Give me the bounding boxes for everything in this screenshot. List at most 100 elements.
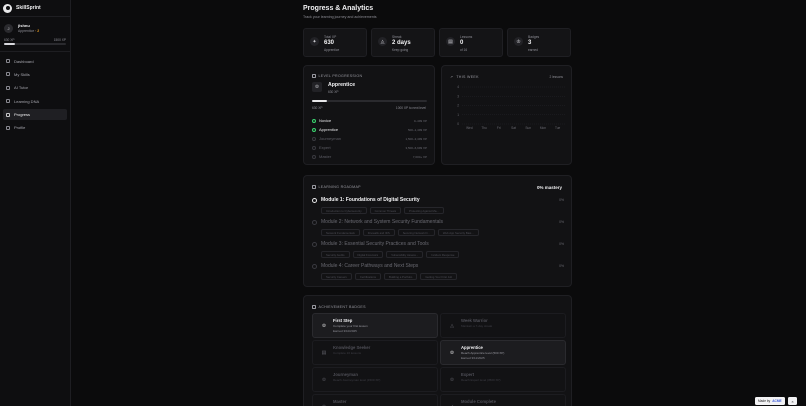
level-name-text: Expert xyxy=(319,145,331,150)
level-name: Expert xyxy=(312,145,331,150)
circle-icon xyxy=(312,219,317,225)
user-summary: J jlshnu Apprentice · 2 630 XP 1500 XP xyxy=(0,17,70,51)
xp-progress-bar xyxy=(4,43,66,45)
roadmap-module[interactable]: Module 3: Essential Security Practices a… xyxy=(312,241,564,258)
lesson-chip[interactable]: Certifications xyxy=(354,273,381,280)
map-icon xyxy=(312,185,316,189)
mastery-label: 0% mastery xyxy=(536,185,562,190)
sidebar-item-ai-tutor[interactable]: AI Tutor xyxy=(3,82,67,93)
stat-card-total-xp: ✦ Total XP 630 Apprentice xyxy=(303,28,367,57)
sidebar-item-label: Dashboard xyxy=(14,58,34,64)
level-row: Apprentice 500–1,499 XP xyxy=(312,125,427,134)
level-row: Expert 3,500–6,999 XP xyxy=(312,143,427,152)
lesson-chip[interactable]: Securing Network D... xyxy=(397,229,435,236)
lesson-chip[interactable]: Getting Your First Job xyxy=(420,273,458,280)
brand-logo-icon xyxy=(3,3,12,13)
lesson-chip[interactable]: Digital Forensics xyxy=(352,251,384,258)
badge-name: Knowledge Seeker xyxy=(333,345,371,350)
sidebar-item-label: Learning DNA xyxy=(14,98,40,104)
lesson-chip[interactable]: Incident Response xyxy=(426,251,460,258)
circle-icon xyxy=(312,154,316,159)
badge-first-step[interactable]: ♔ First Step Complete your first lesson Ear… xyxy=(312,313,438,338)
circle-icon xyxy=(312,136,316,141)
avatar[interactable]: J xyxy=(4,23,13,33)
x-tick-label: Mon xyxy=(540,126,546,130)
lesson-chip[interactable]: Common Threats xyxy=(369,207,402,214)
lesson-chip[interactable]: Building a Portfolio xyxy=(384,273,418,280)
module-percent: 0% xyxy=(559,220,564,224)
lesson-chip[interactable]: Vulnerability Assess... xyxy=(386,251,424,258)
book-icon: ▤ xyxy=(321,350,327,356)
brand[interactable]: SkillSprint xyxy=(0,0,70,16)
sidebar-item-progress[interactable]: Progress xyxy=(3,109,67,121)
sidebar-item-learning-dna[interactable]: Learning DNA xyxy=(3,96,67,107)
trophy-icon: ♔ xyxy=(321,377,327,383)
stat-value: 630 xyxy=(324,40,335,46)
stat-value: 3 xyxy=(528,40,532,46)
badge-module-complete[interactable]: ✓Module CompleteComplete all lessons in … xyxy=(440,394,566,406)
sidebar-item-dashboard[interactable]: Dashboard xyxy=(3,56,67,67)
module-percent: 0% xyxy=(559,198,564,202)
lesson-chips: Introduction to Cybersecurity Common Thre… xyxy=(312,207,564,214)
badge-apprentice[interactable]: ♔ Apprentice Reach Apprentice level (500 X… xyxy=(440,340,566,365)
lesson-chip[interactable]: Security Careers xyxy=(321,273,352,280)
level-name-text: Journeyman xyxy=(319,136,342,141)
x-tick-label: Sun xyxy=(525,126,531,130)
stat-sub: Keep going xyxy=(392,48,409,52)
badge-knowledge-seeker[interactable]: ▤ Knowledge Seeker Complete 10 lessons xyxy=(312,340,438,365)
badge-master[interactable]: ♔MasterReach Master level (7000 XP) xyxy=(312,394,438,406)
x-tick-label: Tue xyxy=(555,126,561,130)
main-content: Progress & Analytics Track your learning… xyxy=(71,0,806,406)
sidebar-item-profile[interactable]: Profile xyxy=(3,122,67,133)
lesson-chip[interactable]: Protecting Against Ma... xyxy=(404,207,444,214)
roadmap-module[interactable]: Module 4: Career Pathways and Next Steps… xyxy=(312,263,564,280)
module-title[interactable]: Module 3: Essential Security Practices a… xyxy=(312,241,429,247)
module-title[interactable]: Module 2: Network and System Security Fu… xyxy=(312,219,443,225)
level-range: 500–1,499 XP xyxy=(407,127,427,132)
user-name: jlshnu xyxy=(18,23,30,28)
roadmap-module[interactable]: Module 2: Network and System Security Fu… xyxy=(312,219,564,236)
sidebar-item-label: My Skills xyxy=(14,71,30,77)
sidebar-item-my-skills[interactable]: My Skills xyxy=(3,69,67,80)
badge-expert[interactable]: ♔ Expert Reach Expert level (3500 XP) xyxy=(440,367,566,392)
y-tick-label: 2 xyxy=(457,104,459,108)
badge-name: Journeyman xyxy=(333,372,358,377)
circle-icon xyxy=(312,145,316,150)
module-title[interactable]: Module 1: Foundations of Digital Securit… xyxy=(312,197,420,203)
trophy-icon: ♔ xyxy=(449,350,455,356)
lesson-chip[interactable]: Security Audits xyxy=(321,251,350,258)
sidebar-item-label: AI Tutor xyxy=(14,85,29,91)
book-icon: ▤ xyxy=(446,37,455,46)
module-title[interactable]: Module 4: Career Pathways and Next Steps xyxy=(312,263,418,269)
badge-description: Complete 10 lessons xyxy=(333,351,362,355)
lesson-chip[interactable]: Network Fundamentals xyxy=(321,229,360,236)
badge-week-warrior[interactable]: ◬ Week Warrior Maintain a 7-day streak xyxy=(440,313,566,338)
sidebar-item-label: Progress xyxy=(14,112,31,118)
sparkle-icon: ✦ xyxy=(310,37,319,46)
learning-roadmap-card: LEARNING ROADMAP 0% mastery Module 1: Fo… xyxy=(303,175,572,287)
current-level-name: Apprentice xyxy=(328,82,356,88)
xp-progress-fill xyxy=(4,43,16,45)
level-next-label: 1000 XP to next level xyxy=(395,106,426,110)
roadmap-module[interactable]: Module 1: Foundations of Digital Securit… xyxy=(312,197,564,214)
module-header: Module 4: Career Pathways and Next Steps… xyxy=(312,263,564,269)
lesson-chip[interactable]: Introduction to Cybersecurity xyxy=(321,207,367,214)
level-range: 7,000+ XP xyxy=(412,154,427,159)
stat-sub: Apprentice xyxy=(324,48,340,52)
stat-card-streak: ◬ Streak 2 days Keep going xyxy=(371,28,435,57)
this-week-card: ↗ THIS WEEK 2 lessons 4 3 2 1 0 Wed Thu Fri Sat Su… xyxy=(441,65,572,165)
made-by-badge[interactable]: Made by ACME xyxy=(755,397,785,405)
module-title-text: Module 1: Foundations of Digital Securit… xyxy=(321,197,420,203)
trophy-icon: ♔ xyxy=(321,323,327,329)
badge-journeyman[interactable]: ♔ Journeyman Reach Journeyman level (1500 … xyxy=(312,367,438,392)
xp-current: 630 XP xyxy=(4,38,15,42)
stat-label: Total XP xyxy=(324,35,337,39)
close-button[interactable]: × xyxy=(788,397,797,405)
lesson-chip[interactable]: Web App Security Basi... xyxy=(437,229,479,236)
check-circle-icon xyxy=(312,127,316,132)
lesson-chip[interactable]: Firewalls and IDS xyxy=(362,229,395,236)
trophy-icon: ♔ xyxy=(514,37,523,46)
week-chart: 4 3 2 1 0 Wed Thu Fri Sat Sun Mon Tue xyxy=(457,85,565,130)
badge-name: Module Complete xyxy=(461,399,496,404)
tag-icon xyxy=(6,72,10,77)
